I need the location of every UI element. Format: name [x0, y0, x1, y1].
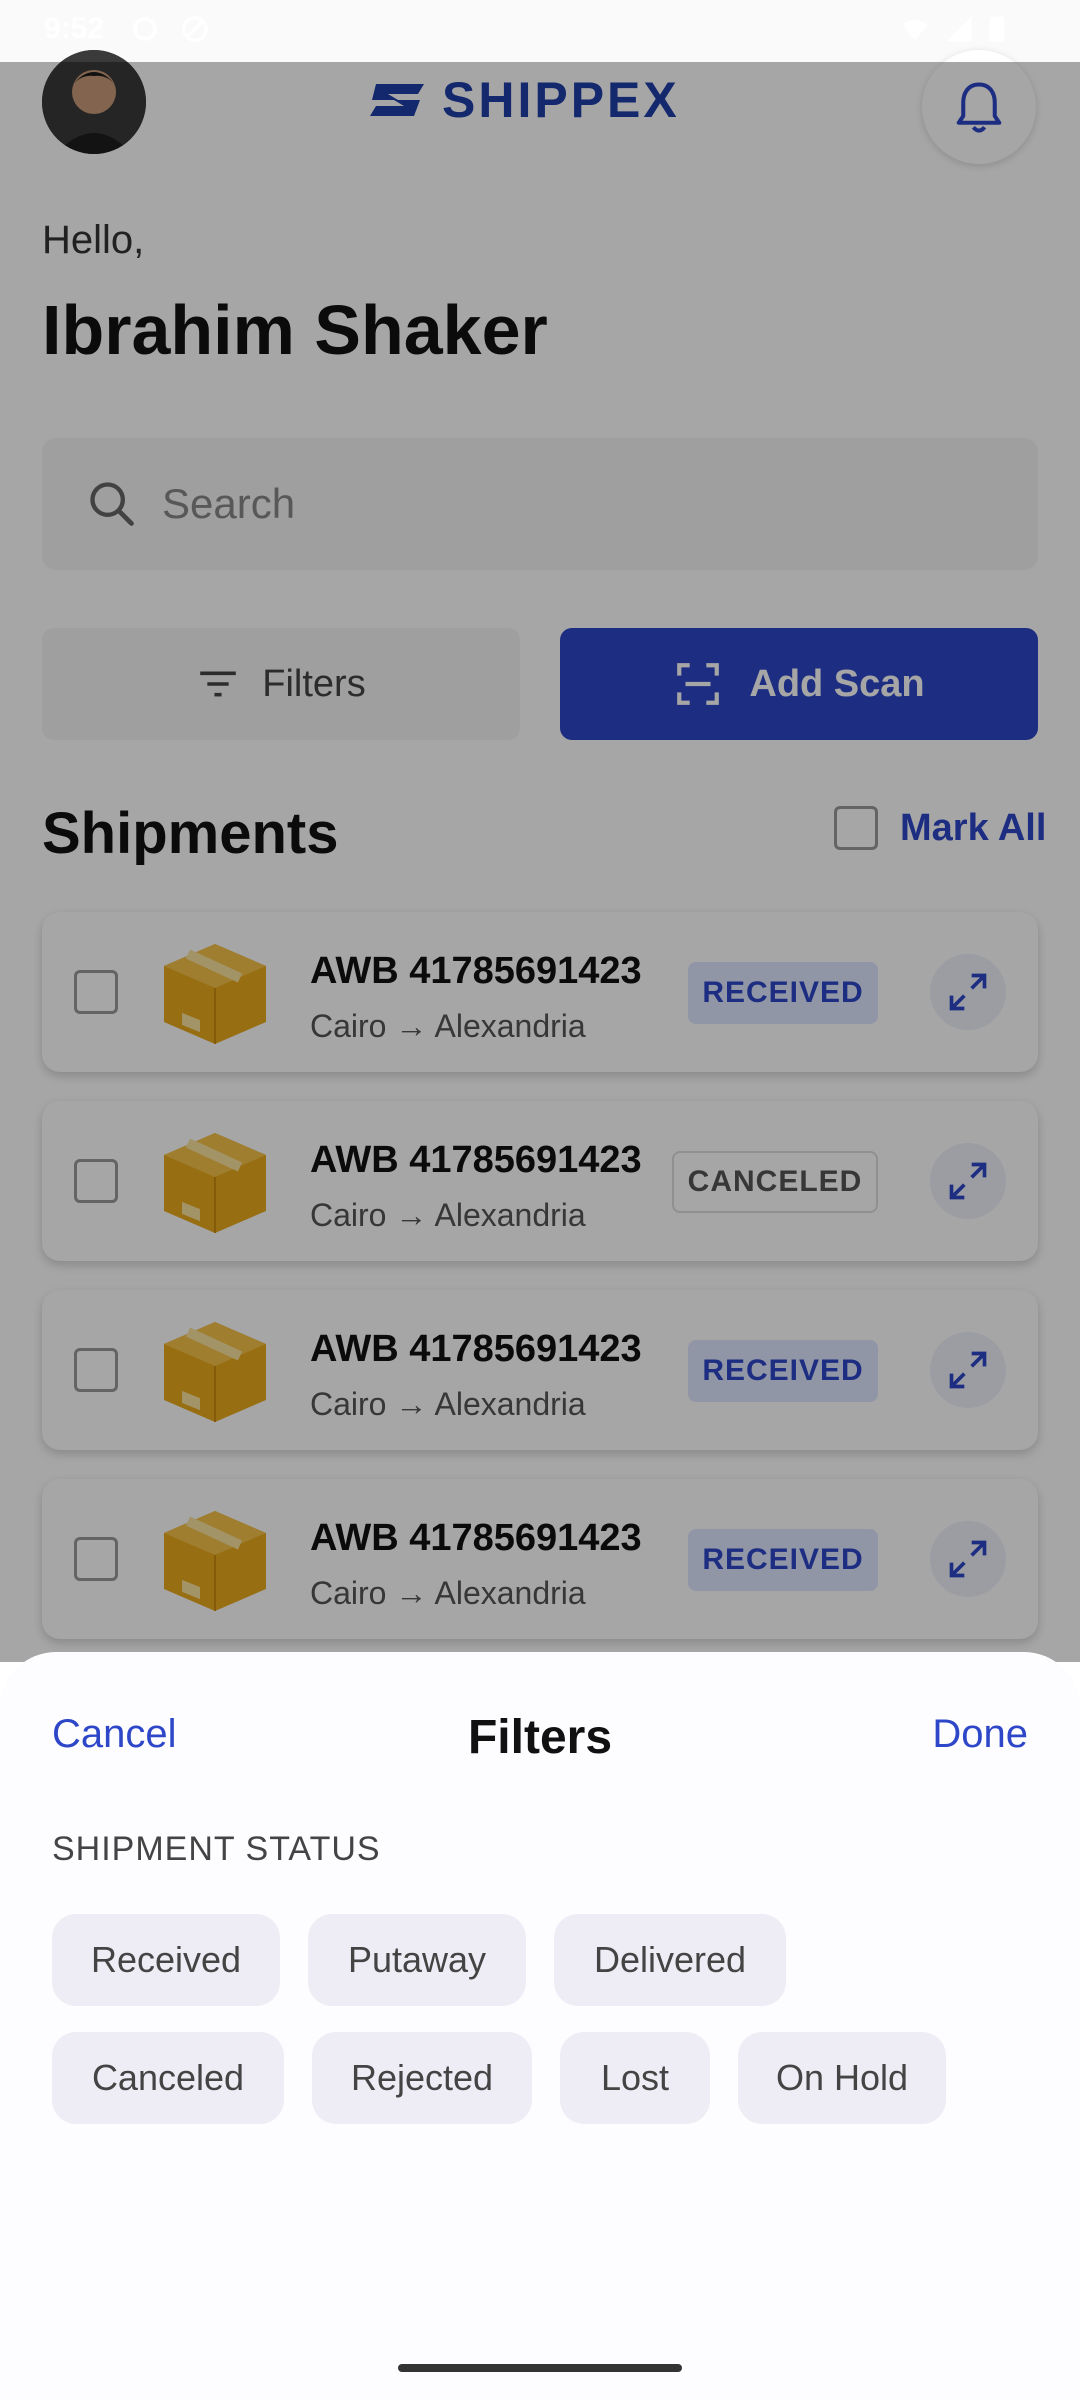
chip-canceled[interactable]: Canceled	[52, 2032, 284, 2124]
home-indicator[interactable]	[398, 2364, 682, 2372]
status-time: 9:52	[44, 12, 105, 45]
sheet-title: Filters	[467, 1711, 613, 1764]
chip-rejected[interactable]: Rejected	[312, 2032, 532, 2124]
chip-on-hold[interactable]: On Hold	[738, 2032, 946, 2124]
wifi-icon	[902, 19, 928, 41]
section-title: SHIPMENT STATUS	[52, 1830, 381, 1868]
done-button[interactable]: Done	[932, 1712, 1028, 1757]
chip-lost[interactable]: Lost	[560, 2032, 710, 2124]
no-disturb-icon	[182, 16, 208, 42]
battery-icon	[989, 16, 1005, 42]
settings-icon	[133, 17, 157, 41]
chip-putaway[interactable]: Putaway	[308, 1914, 526, 2006]
filters-sheet: Cancel Filters Done SHIPMENT STATUS Rece…	[0, 1652, 1080, 2400]
modal-scrim[interactable]	[0, 62, 1080, 1662]
signal-icon	[946, 16, 972, 42]
chip-delivered[interactable]: Delivered	[554, 1914, 786, 2006]
status-bar: 9:52	[0, 0, 1080, 62]
chip-received[interactable]: Received	[52, 1914, 280, 2006]
